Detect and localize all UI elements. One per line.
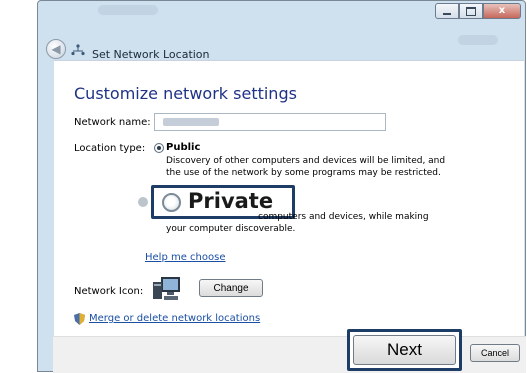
maximize-icon	[466, 6, 476, 16]
private-description-line1: computers and devices, while making	[258, 212, 429, 222]
public-option-label: Public	[166, 142, 201, 153]
network-name-input[interactable]	[154, 113, 386, 131]
back-arrow-icon: ◀	[51, 42, 61, 56]
location-type-label: Location type:	[74, 143, 146, 154]
next-button-highlight: Next	[347, 329, 462, 371]
public-description-line2: the use of the network by some programs …	[166, 168, 441, 178]
back-button[interactable]: ◀	[46, 39, 66, 59]
merge-delete-locations-link[interactable]: Merge or delete network locations	[89, 313, 260, 324]
window-controls: x	[435, 3, 521, 19]
network-icon-label: Network Icon:	[74, 286, 144, 297]
maximize-button[interactable]	[459, 3, 483, 19]
cancel-button[interactable]: Cancel	[470, 344, 520, 362]
network-icon	[71, 44, 85, 56]
minimize-icon	[443, 13, 451, 15]
private-radio-ghost	[138, 197, 148, 207]
title-bar-blur	[98, 5, 158, 15]
change-icon-button[interactable]: Change	[199, 279, 263, 297]
private-option-label: Private	[188, 189, 274, 213]
network-name-label: Network name:	[74, 117, 151, 128]
close-icon: x	[498, 5, 506, 16]
minimize-button[interactable]	[435, 3, 459, 19]
network-monitor-icon	[153, 277, 180, 300]
network-name-value-blurred	[163, 118, 219, 126]
public-description-line1: Discovery of other computers and devices…	[166, 156, 446, 166]
uac-shield-icon	[74, 313, 85, 325]
help-me-choose-link[interactable]: Help me choose	[145, 252, 225, 263]
public-radio[interactable]	[154, 143, 164, 153]
close-button[interactable]: x	[483, 3, 521, 19]
next-button[interactable]: Next	[353, 335, 456, 365]
private-radio[interactable]	[162, 193, 181, 212]
page-heading: Customize network settings	[74, 84, 297, 103]
private-description-line2: your computer discoverable.	[166, 224, 296, 234]
